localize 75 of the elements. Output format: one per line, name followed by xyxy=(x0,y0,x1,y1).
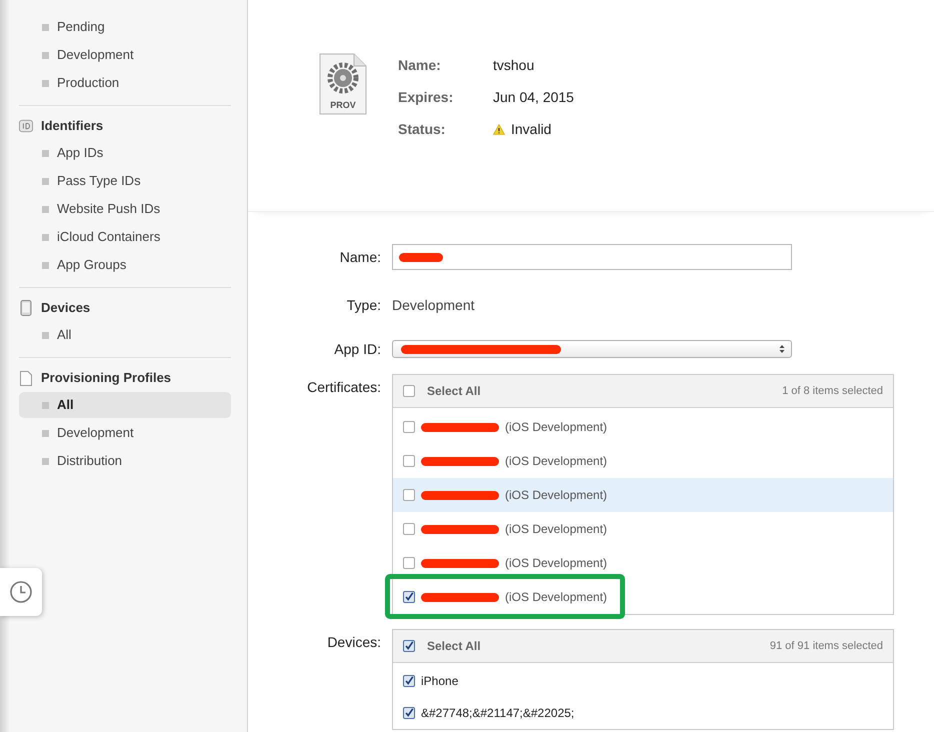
sidebar-item[interactable]: Development xyxy=(19,42,231,68)
id-badge-icon xyxy=(19,119,33,133)
sidebar-item[interactable]: iCloud Containers xyxy=(19,224,231,250)
phone-icon xyxy=(20,300,32,316)
checkbox[interactable] xyxy=(403,591,415,603)
checkmark-icon xyxy=(404,591,414,603)
field-label: Status: xyxy=(398,120,446,138)
form-label: Devices: xyxy=(326,633,382,652)
sidebar-item[interactable]: Distribution xyxy=(19,448,231,474)
document-icon xyxy=(20,370,32,386)
form-label: Type: xyxy=(346,296,382,315)
highlighted-row[interactable]: (iOS Development) xyxy=(393,478,893,512)
bullet-icon xyxy=(42,178,49,184)
bullet-icon xyxy=(42,430,49,436)
bullet-icon xyxy=(42,24,49,30)
checkbox[interactable] xyxy=(403,523,415,535)
checkbox[interactable] xyxy=(403,489,415,501)
checkbox[interactable] xyxy=(403,675,415,687)
bullet-icon xyxy=(42,458,49,464)
type-value: Development xyxy=(392,296,474,315)
item-label: iPhone xyxy=(421,673,458,690)
bullet-icon xyxy=(42,332,49,338)
field-value: tvshou xyxy=(493,56,534,74)
bullet-icon xyxy=(42,234,49,240)
checkmark-icon xyxy=(404,640,414,652)
checkbox[interactable] xyxy=(403,421,415,433)
sidebar-item[interactable]: App IDs xyxy=(19,140,231,166)
select-all-label[interactable]: Select All xyxy=(427,637,481,655)
field-label: Expires: xyxy=(398,88,454,107)
item-label: (iOS Development) xyxy=(505,589,608,606)
bullet-icon xyxy=(42,262,49,268)
sidebar-item[interactable]: Development xyxy=(19,420,231,446)
item-label: &#27748;&#21147;&#22025; xyxy=(421,705,574,722)
sidebar-item[interactable]: All xyxy=(19,322,231,348)
bullet-icon xyxy=(42,52,49,58)
section-title: Devices xyxy=(41,299,90,318)
form-label: Name: xyxy=(338,248,382,267)
checkbox[interactable] xyxy=(403,385,415,397)
sidebar-item[interactable]: Production xyxy=(19,70,231,96)
bullet-icon xyxy=(42,80,49,86)
sidebar-item[interactable]: Website Push IDs xyxy=(19,196,231,222)
item-label: (iOS Development) xyxy=(505,419,608,436)
section-title: Identifiers xyxy=(41,117,104,136)
sidebar-item[interactable]: Pending xyxy=(19,14,231,40)
section-title: Provisioning Profiles xyxy=(41,369,172,388)
history-button[interactable] xyxy=(0,568,42,616)
item-label: (iOS Development) xyxy=(505,453,608,470)
sidebar-item[interactable]: App Groups xyxy=(19,252,231,278)
checkbox[interactable] xyxy=(403,707,415,719)
field-label: Name: xyxy=(398,56,442,74)
checkbox[interactable] xyxy=(403,640,415,652)
item-label: (iOS Development) xyxy=(505,521,608,538)
selection-count: 1 of 8 items selected xyxy=(782,384,883,399)
checkbox[interactable] xyxy=(403,455,415,467)
clock-icon xyxy=(9,580,33,604)
field-value: Invalid xyxy=(511,120,552,138)
stepper-arrows-icon xyxy=(779,344,785,354)
name-field[interactable] xyxy=(392,244,792,270)
checkbox[interactable] xyxy=(403,557,415,569)
sidebar-item[interactable]: All xyxy=(19,392,231,418)
select-all-label[interactable]: Select All xyxy=(427,382,481,400)
bullet-icon xyxy=(42,206,49,212)
app-id-select[interactable] xyxy=(392,340,792,358)
form-label: App ID: xyxy=(333,340,382,359)
checkmark-icon xyxy=(404,675,414,687)
checkmark-icon xyxy=(404,707,414,719)
sidebar-item[interactable]: Pass Type IDs xyxy=(19,168,231,194)
bullet-icon xyxy=(42,402,49,408)
bullet-icon xyxy=(42,150,49,156)
item-label: (iOS Development) xyxy=(505,487,608,504)
selection-count: 91 of 91 items selected xyxy=(770,638,883,654)
item-label: (iOS Development) xyxy=(505,555,608,572)
field-value: Jun 04, 2015 xyxy=(493,88,574,106)
provisioning-file-icon: PROV xyxy=(318,52,368,116)
form-label: Certificates: xyxy=(306,378,382,397)
